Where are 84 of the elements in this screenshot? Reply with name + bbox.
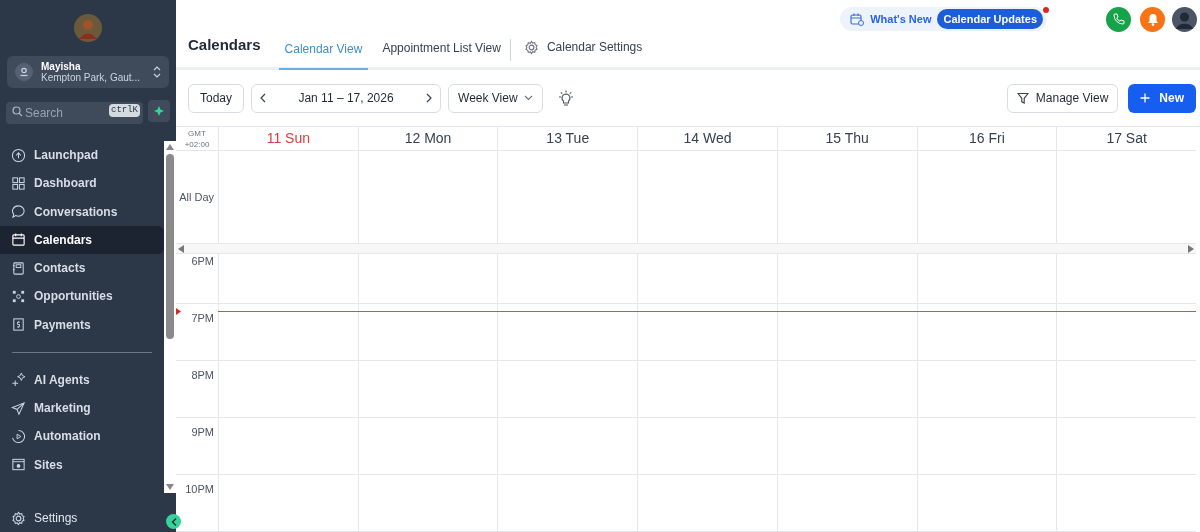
sparkle-icon bbox=[11, 372, 26, 388]
view-tab[interactable]: Appointment List View bbox=[380, 39, 503, 70]
sidebar-item[interactable]: Sites bbox=[0, 450, 164, 479]
search-icon bbox=[12, 106, 23, 117]
chevron-left-icon bbox=[170, 517, 177, 526]
phone-button[interactable] bbox=[1106, 6, 1131, 32]
new-button[interactable]: New bbox=[1128, 83, 1196, 113]
receipt-icon bbox=[11, 317, 26, 333]
calendar-icon bbox=[11, 232, 26, 248]
sidebar-item[interactable]: AI Agents bbox=[0, 365, 164, 394]
quick-action-button[interactable] bbox=[148, 100, 170, 122]
paper-plane-icon bbox=[11, 400, 26, 416]
scrollbar[interactable] bbox=[164, 141, 176, 493]
timezone-label: GMT bbox=[188, 127, 206, 139]
sidebar-item[interactable]: Marketing bbox=[0, 394, 164, 423]
account-name: Mayisha bbox=[41, 61, 82, 72]
all-day-label: All Day bbox=[179, 190, 214, 206]
grid-icon bbox=[11, 175, 26, 191]
calendar-updates-badge[interactable]: Calendar Updates bbox=[937, 8, 1043, 30]
sidebar-item[interactable]: Calendars bbox=[0, 225, 164, 254]
day-header[interactable]: 12 Mon bbox=[404, 128, 452, 150]
scroll-right-icon[interactable] bbox=[1188, 244, 1194, 253]
sidebar-item[interactable]: Opportunities bbox=[0, 282, 164, 311]
shortcut-key: ctrlK bbox=[109, 104, 140, 117]
scroll-left-icon[interactable] bbox=[178, 244, 184, 253]
notifications-button[interactable] bbox=[1140, 6, 1165, 32]
today-button[interactable]: Today bbox=[188, 83, 245, 113]
whats-new-label: What's New bbox=[870, 11, 932, 27]
calendar-icon bbox=[850, 12, 865, 26]
hour-label: 10PM bbox=[185, 483, 214, 496]
hour-label: 6PM bbox=[191, 255, 214, 268]
timezone-offset: +02:00 bbox=[184, 138, 210, 150]
settings-icon bbox=[523, 39, 539, 55]
manage-view-button[interactable]: Manage View bbox=[1006, 83, 1119, 113]
hour-label: 9PM bbox=[191, 426, 214, 439]
sparkle-icon bbox=[154, 106, 164, 116]
date-range-label: Jan 11 – 17, 2026 bbox=[298, 90, 394, 107]
plus-icon bbox=[1140, 93, 1151, 103]
sidebar-item[interactable]: Dashboard bbox=[0, 169, 164, 198]
collapse-sidebar-button[interactable] bbox=[166, 514, 181, 529]
chevron-updown-icon bbox=[153, 65, 161, 79]
chevron-left-icon[interactable] bbox=[260, 93, 267, 103]
date-range-picker[interactable]: Jan 11 – 17, 2026 bbox=[251, 83, 442, 113]
chevron-down-icon bbox=[524, 95, 534, 101]
nodes-icon bbox=[11, 289, 26, 304]
day-header[interactable]: 17 Sat bbox=[1106, 128, 1147, 150]
day-header[interactable]: 13 Tue bbox=[546, 128, 590, 150]
page-title: Calendars bbox=[188, 34, 261, 55]
browser-window-icon bbox=[11, 457, 26, 473]
rocket-icon bbox=[11, 147, 26, 163]
phone-icon bbox=[1112, 13, 1125, 25]
scrollbar-thumb[interactable] bbox=[166, 154, 174, 339]
logo-avatar bbox=[74, 14, 102, 42]
calendar-settings-tab[interactable]: Calendar Settings bbox=[517, 38, 649, 67]
day-header[interactable]: 11 Sun bbox=[266, 128, 310, 150]
day-header[interactable]: 14 Wed bbox=[683, 128, 732, 150]
account-location: Kempton Park, Gaut... bbox=[41, 72, 141, 83]
location-icon bbox=[15, 63, 33, 81]
play-circle-icon bbox=[11, 428, 26, 444]
day-header[interactable]: 15 Thu bbox=[825, 128, 869, 150]
sidebar-item[interactable]: Payments bbox=[0, 310, 164, 339]
bell-icon bbox=[1146, 12, 1159, 26]
scroll-up-icon[interactable] bbox=[166, 144, 174, 150]
horizontal-scrollbar[interactable] bbox=[176, 244, 1196, 254]
address-book-icon bbox=[11, 260, 26, 276]
sidebar-item[interactable]: Automation bbox=[0, 422, 164, 451]
hour-label: 7PM bbox=[191, 312, 214, 325]
view-dropdown[interactable]: Week View bbox=[448, 83, 544, 113]
lightbulb-icon[interactable] bbox=[558, 89, 575, 107]
sidebar-item[interactable]: Settings bbox=[0, 505, 150, 531]
sidebar-item[interactable]: Contacts bbox=[0, 254, 164, 283]
settings-icon bbox=[11, 510, 26, 526]
sidebar-item[interactable]: Launchpad bbox=[0, 141, 164, 169]
filter-icon bbox=[1016, 92, 1029, 104]
chevron-right-icon[interactable] bbox=[426, 93, 432, 103]
day-header[interactable]: 16 Fri bbox=[969, 128, 1005, 150]
whats-new-pill[interactable]: What's New Calendar Updates bbox=[840, 7, 1047, 31]
scroll-down-icon[interactable] bbox=[166, 484, 174, 490]
account-switcher[interactable]: Mayisha Kempton Park, Gaut... bbox=[7, 56, 169, 88]
hour-label: 8PM bbox=[191, 369, 214, 382]
sidebar-item[interactable]: Conversations bbox=[0, 197, 164, 226]
user-avatar[interactable] bbox=[1172, 6, 1197, 32]
view-tab[interactable]: Calendar View bbox=[278, 39, 369, 70]
chat-bubble-icon bbox=[11, 204, 26, 220]
